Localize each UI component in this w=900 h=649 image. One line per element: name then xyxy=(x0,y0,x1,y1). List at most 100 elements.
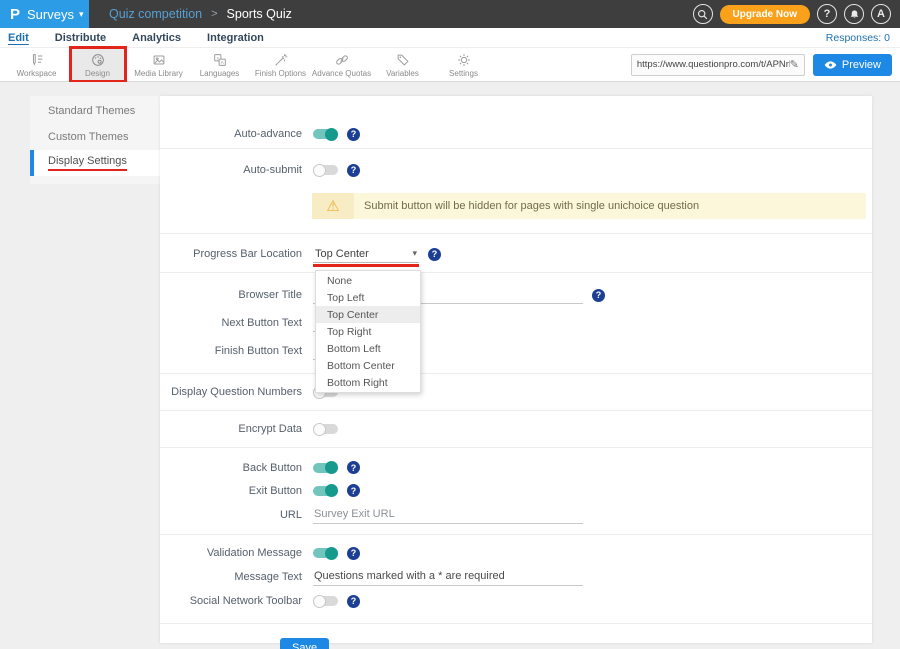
design-sidebar: Standard Themes Custom Themes Display Se… xyxy=(30,96,160,184)
sidebar-item-display-settings[interactable]: Display Settings xyxy=(30,150,160,176)
preview-button[interactable]: Preview xyxy=(813,54,892,76)
responses-count[interactable]: Responses: 0 xyxy=(826,32,890,44)
back-button-toggle[interactable] xyxy=(313,463,338,473)
help-menu-icon[interactable]: ? xyxy=(817,4,837,24)
tab-analytics[interactable]: Analytics xyxy=(132,32,181,44)
exit-button-label: Exit Button xyxy=(160,485,302,497)
app-window: P Surveys ▾ Quiz competition > Sports Qu… xyxy=(0,0,900,649)
message-text-input[interactable] xyxy=(313,568,583,586)
auto-advance-row: Auto-advance xyxy=(160,123,872,145)
display-question-numbers-label: Display Question Numbers xyxy=(160,386,302,398)
breadcrumb: Quiz competition > Sports Quiz xyxy=(109,7,292,21)
survey-exit-url-input[interactable] xyxy=(313,506,583,524)
encrypt-data-label: Encrypt Data xyxy=(160,423,302,435)
edit-url-pencil-icon[interactable]: ✎ xyxy=(790,58,799,71)
media-library-icon xyxy=(151,52,167,68)
auto-submit-label: Auto-submit xyxy=(160,164,302,176)
chevron-down-icon: ▾ xyxy=(79,9,84,20)
dropdown-option-top-right[interactable]: Top Right xyxy=(316,323,420,340)
encrypt-data-toggle[interactable] xyxy=(313,424,338,434)
dropdown-option-top-left[interactable]: Top Left xyxy=(316,289,420,306)
validation-message-toggle[interactable] xyxy=(313,548,338,558)
message-text-row: Message Text xyxy=(160,565,872,589)
exit-url-label: URL xyxy=(160,509,302,521)
dropdown-option-bottom-center[interactable]: Bottom Center xyxy=(316,357,420,374)
sidebar-item-standard-themes[interactable]: Standard Themes xyxy=(30,98,160,124)
languages-icon: xA xyxy=(212,52,228,68)
progress-bar-help-icon[interactable] xyxy=(428,248,441,261)
social-network-toolbar-toggle[interactable] xyxy=(313,596,338,606)
exit-url-row: URL xyxy=(160,502,872,528)
validation-message-row: Validation Message xyxy=(160,541,872,565)
annotation-select-underline xyxy=(313,264,419,267)
toolbar-item-workspace[interactable]: Workspace xyxy=(6,48,67,82)
finish-button-text-row: Finish Button Text xyxy=(160,337,872,365)
toolbar-item-settings[interactable]: Settings xyxy=(433,48,494,82)
avatar[interactable]: A xyxy=(871,4,891,24)
dropdown-option-bottom-left[interactable]: Bottom Left xyxy=(316,340,420,357)
sidebar-item-custom-themes[interactable]: Custom Themes xyxy=(30,124,160,150)
product-name: Surveys xyxy=(27,7,74,22)
design-toolbar: Workspace Design Media Library xA xyxy=(0,48,900,82)
browser-title-label: Browser Title xyxy=(160,289,302,301)
settings-gear-icon xyxy=(456,52,472,68)
back-button-label: Back Button xyxy=(160,462,302,474)
browser-title-help-icon[interactable] xyxy=(592,289,605,302)
breadcrumb-current: Sports Quiz xyxy=(227,7,292,21)
top-header: P Surveys ▾ Quiz competition > Sports Qu… xyxy=(0,0,900,28)
back-button-row: Back Button xyxy=(160,456,872,479)
advance-quotas-link-icon xyxy=(334,52,350,68)
toolbar-item-media-library[interactable]: Media Library xyxy=(128,48,189,82)
next-button-text-row: Next Button Text xyxy=(160,309,872,337)
tab-distribute[interactable]: Distribute xyxy=(55,32,106,44)
auto-advance-toggle[interactable] xyxy=(313,129,338,139)
progress-bar-location-select[interactable]: Top Center ▾ xyxy=(313,245,419,263)
notifications-bell-icon[interactable] xyxy=(844,4,864,24)
exit-button-toggle[interactable] xyxy=(313,486,338,496)
save-button[interactable]: Save xyxy=(280,638,329,649)
dropdown-option-bottom-right[interactable]: Bottom Right xyxy=(316,374,420,391)
select-caret-icon: ▾ xyxy=(412,248,417,259)
tab-edit[interactable]: Edit xyxy=(8,32,29,44)
survey-url-input[interactable] xyxy=(637,59,790,70)
page-body: Standard Themes Custom Themes Display Se… xyxy=(0,82,900,649)
message-text-label: Message Text xyxy=(160,571,302,583)
survey-url-box: ✎ xyxy=(631,54,805,76)
search-icon[interactable] xyxy=(693,4,713,24)
auto-advance-label: Auto-advance xyxy=(160,128,302,140)
workspace-icon xyxy=(29,52,45,68)
social-network-toolbar-help-icon[interactable] xyxy=(347,595,360,608)
back-button-help-icon[interactable] xyxy=(347,461,360,474)
finish-button-text-label: Finish Button Text xyxy=(160,345,302,357)
surveys-menu[interactable]: P Surveys ▾ xyxy=(0,0,89,28)
progress-bar-location-label: Progress Bar Location xyxy=(160,248,302,260)
toolbar-item-languages[interactable]: xA Languages xyxy=(189,48,250,82)
encrypt-data-row: Encrypt Data xyxy=(160,419,872,439)
finish-options-wand-icon xyxy=(273,52,289,68)
toolbar-item-design[interactable]: Design xyxy=(67,48,128,82)
display-question-numbers-row: Display Question Numbers xyxy=(160,382,872,402)
exit-button-help-icon[interactable] xyxy=(347,484,360,497)
warning-text: Submit button will be hidden for pages w… xyxy=(354,193,866,219)
upgrade-now-button[interactable]: Upgrade Now xyxy=(720,5,810,24)
tab-integration[interactable]: Integration xyxy=(207,32,264,44)
validation-message-help-icon[interactable] xyxy=(347,547,360,560)
display-settings-panel: Auto-advance Auto-submit xyxy=(160,96,872,643)
dropdown-option-top-center[interactable]: Top Center xyxy=(316,306,420,323)
dropdown-option-none[interactable]: None xyxy=(316,272,420,289)
selected-option: Top Center xyxy=(315,248,369,260)
design-palette-icon xyxy=(90,52,106,68)
questionpro-logo: P xyxy=(10,6,20,23)
annotation-display-settings-underline: Display Settings xyxy=(48,155,127,171)
breadcrumb-separator: > xyxy=(211,8,217,20)
section-nav: Edit Distribute Analytics Integration Re… xyxy=(0,28,900,48)
breadcrumb-parent[interactable]: Quiz competition xyxy=(109,7,202,21)
auto-submit-toggle[interactable] xyxy=(313,165,338,175)
toolbar-item-advance-quotas[interactable]: Advance Quotas xyxy=(311,48,372,82)
toolbar-item-finish-options[interactable]: Finish Options xyxy=(250,48,311,82)
variables-tag-icon xyxy=(395,52,411,68)
validation-message-label: Validation Message xyxy=(160,547,302,559)
auto-submit-help-icon[interactable] xyxy=(347,164,360,177)
auto-advance-help-icon[interactable] xyxy=(347,128,360,141)
toolbar-item-variables[interactable]: Variables xyxy=(372,48,433,82)
